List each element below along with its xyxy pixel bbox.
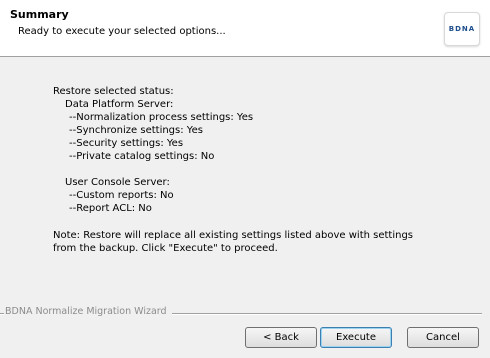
status-line: --Synchronize settings: Yes — [69, 125, 203, 136]
wizard-header: Summary Ready to execute your selected o… — [0, 0, 490, 57]
logo-text: BDNA — [448, 25, 476, 33]
server-heading-user-console: User Console Server: — [65, 177, 170, 188]
wizard-label: BDNA Normalize Migration Wizard — [5, 306, 167, 317]
cancel-button[interactable]: Cancel — [407, 327, 479, 348]
separator-line-right — [172, 313, 482, 315]
page-subtitle: Ready to execute your selected options..… — [18, 26, 226, 37]
wizard-footer-separator: BDNA Normalize Migration Wizard — [0, 306, 490, 320]
execute-button[interactable]: Execute — [320, 327, 392, 348]
back-button[interactable]: < Back — [245, 327, 317, 348]
separator-line-left — [0, 313, 4, 315]
page-title: Summary — [10, 8, 69, 21]
status-heading: Restore selected status: — [53, 86, 174, 97]
status-line: --Custom reports: No — [69, 190, 174, 201]
status-line: --Security settings: Yes — [69, 138, 184, 149]
status-line: --Report ACL: No — [69, 203, 152, 214]
bdna-logo-icon: BDNA — [444, 12, 480, 46]
server-heading-data-platform: Data Platform Server: — [65, 99, 174, 110]
status-line: --Private catalog settings: No — [69, 151, 215, 162]
restore-note: Note: Restore will replace all existing … — [53, 230, 414, 254]
status-line: --Normalization process settings: Yes — [69, 112, 254, 123]
